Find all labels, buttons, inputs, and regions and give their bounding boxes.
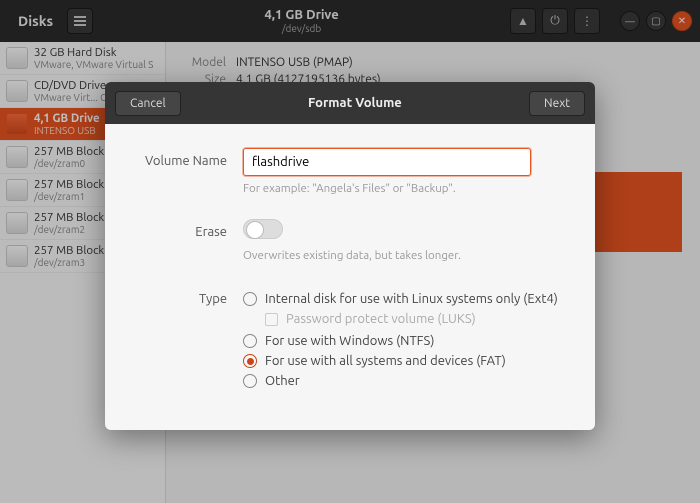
modal-overlay: Cancel Format Volume Next Volume Name Fo…: [0, 0, 700, 503]
volume-name-input[interactable]: [243, 148, 531, 176]
checkbox-icon: [265, 313, 278, 326]
type-label: Type: [133, 286, 243, 306]
erase-toggle[interactable]: [243, 219, 283, 239]
format-volume-dialog: Cancel Format Volume Next Volume Name Fo…: [105, 82, 595, 430]
type-radio-other[interactable]: Other: [243, 374, 567, 388]
radio-icon: [243, 334, 257, 348]
radio-icon-selected: [243, 354, 257, 368]
checkbox-label: Password protect volume (LUKS): [286, 312, 476, 326]
type-radio-fat[interactable]: For use with all systems and devices (FA…: [243, 354, 567, 368]
erase-label: Erase: [133, 219, 243, 239]
cancel-button[interactable]: Cancel: [115, 91, 181, 116]
dialog-header: Cancel Format Volume Next: [105, 82, 595, 124]
type-radio-ntfs[interactable]: For use with Windows (NTFS): [243, 334, 567, 348]
radio-icon: [243, 374, 257, 388]
type-radio-ext4[interactable]: Internal disk for use with Linux systems…: [243, 292, 567, 306]
type-check-luks: Password protect volume (LUKS): [265, 312, 567, 326]
radio-icon: [243, 292, 257, 306]
radio-label: For use with all systems and devices (FA…: [265, 354, 506, 368]
radio-label: Other: [265, 374, 300, 388]
volume-name-label: Volume Name: [133, 148, 243, 168]
erase-hint: Overwrites existing data, but takes long…: [243, 249, 567, 262]
radio-label: For use with Windows (NTFS): [265, 334, 434, 348]
next-button[interactable]: Next: [529, 91, 585, 116]
dialog-title: Format Volume: [181, 96, 529, 110]
dialog-body: Volume Name For example: "Angela's Files…: [105, 124, 595, 430]
volume-name-hint: For example: "Angela's Files" or "Backup…: [243, 182, 567, 195]
radio-label: Internal disk for use with Linux systems…: [265, 292, 558, 306]
